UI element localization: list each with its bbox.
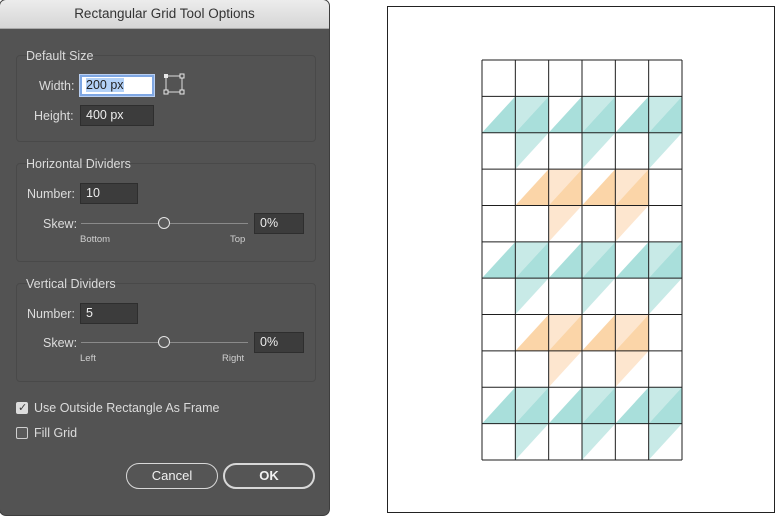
triangle-shape <box>582 169 616 206</box>
height-label: Height: <box>34 109 74 123</box>
vertical-dividers-title: Vertical Dividers <box>26 277 116 291</box>
triangle-shape <box>548 241 582 279</box>
triangle-shape <box>648 278 682 315</box>
dialog-title: Rectangular Grid Tool Options <box>0 0 329 29</box>
vertical-skew-label: Skew: <box>43 336 78 350</box>
triangle-shape <box>482 96 516 133</box>
triangle-shape <box>582 132 616 170</box>
triangle-shape <box>515 132 549 170</box>
vertical-skew-field[interactable]: 0% <box>254 332 304 353</box>
triangle-shape <box>515 169 549 206</box>
cancel-button[interactable]: Cancel <box>126 463 218 489</box>
ok-button[interactable]: OK <box>223 463 315 489</box>
triangle-shape <box>648 423 682 460</box>
width-field[interactable]: 200 px <box>80 75 154 96</box>
horizontal-skew-field[interactable]: 0% <box>254 213 304 234</box>
vertical-skew-max-label: Right <box>222 353 245 364</box>
triangle-shape <box>615 96 649 133</box>
triangle-shape <box>582 278 616 315</box>
vertical-skew-thumb[interactable] <box>158 336 170 348</box>
reference-point-icon[interactable] <box>163 73 185 95</box>
triangle-shape <box>515 314 549 351</box>
vertical-number-field[interactable]: 5 <box>80 303 138 324</box>
height-field[interactable]: 400 px <box>80 105 154 126</box>
fill-grid-checkbox[interactable] <box>16 427 28 439</box>
triangle-shape <box>648 132 682 170</box>
fill-grid-label[interactable]: Fill Grid <box>34 426 77 440</box>
vertical-skew-min-label: Left <box>80 353 96 364</box>
triangle-shape <box>615 350 649 388</box>
use-frame-label[interactable]: Use Outside Rectangle As Frame <box>34 401 220 415</box>
default-size-group <box>16 55 316 142</box>
triangle-shape <box>615 387 649 424</box>
use-frame-checkbox[interactable]: ✓ <box>16 402 28 414</box>
horizontal-skew-thumb[interactable] <box>158 217 170 229</box>
horizontal-number-field[interactable]: 10 <box>80 183 138 204</box>
triangle-shape <box>515 423 549 460</box>
checkmark-icon: ✓ <box>18 402 28 414</box>
triangle-shape <box>548 350 582 388</box>
triangle-shape <box>482 241 516 279</box>
vertical-number-label: Number: <box>27 307 75 321</box>
horizontal-skew-label: Skew: <box>43 217 78 231</box>
horizontal-skew-max-label: Top <box>230 234 246 245</box>
triangle-shape <box>548 387 582 424</box>
triangle-shape <box>582 423 616 460</box>
horizontal-number-label: Number: <box>27 187 75 201</box>
triangle-shape <box>548 96 582 133</box>
triangle-shape <box>615 241 649 279</box>
grid-artwork <box>481 59 683 461</box>
grid-tool-options-dialog: Rectangular Grid Tool Options Default Si… <box>0 0 329 515</box>
triangle-shape <box>615 205 649 242</box>
triangle-shape <box>515 278 549 315</box>
width-label: Width: <box>39 79 75 93</box>
triangle-shape <box>482 387 516 424</box>
triangle-shape <box>582 314 616 351</box>
horizontal-dividers-title: Horizontal Dividers <box>26 157 131 171</box>
triangle-shape <box>548 205 582 242</box>
horizontal-skew-min-label: Bottom <box>80 234 111 245</box>
default-size-title: Default Size <box>26 49 94 63</box>
